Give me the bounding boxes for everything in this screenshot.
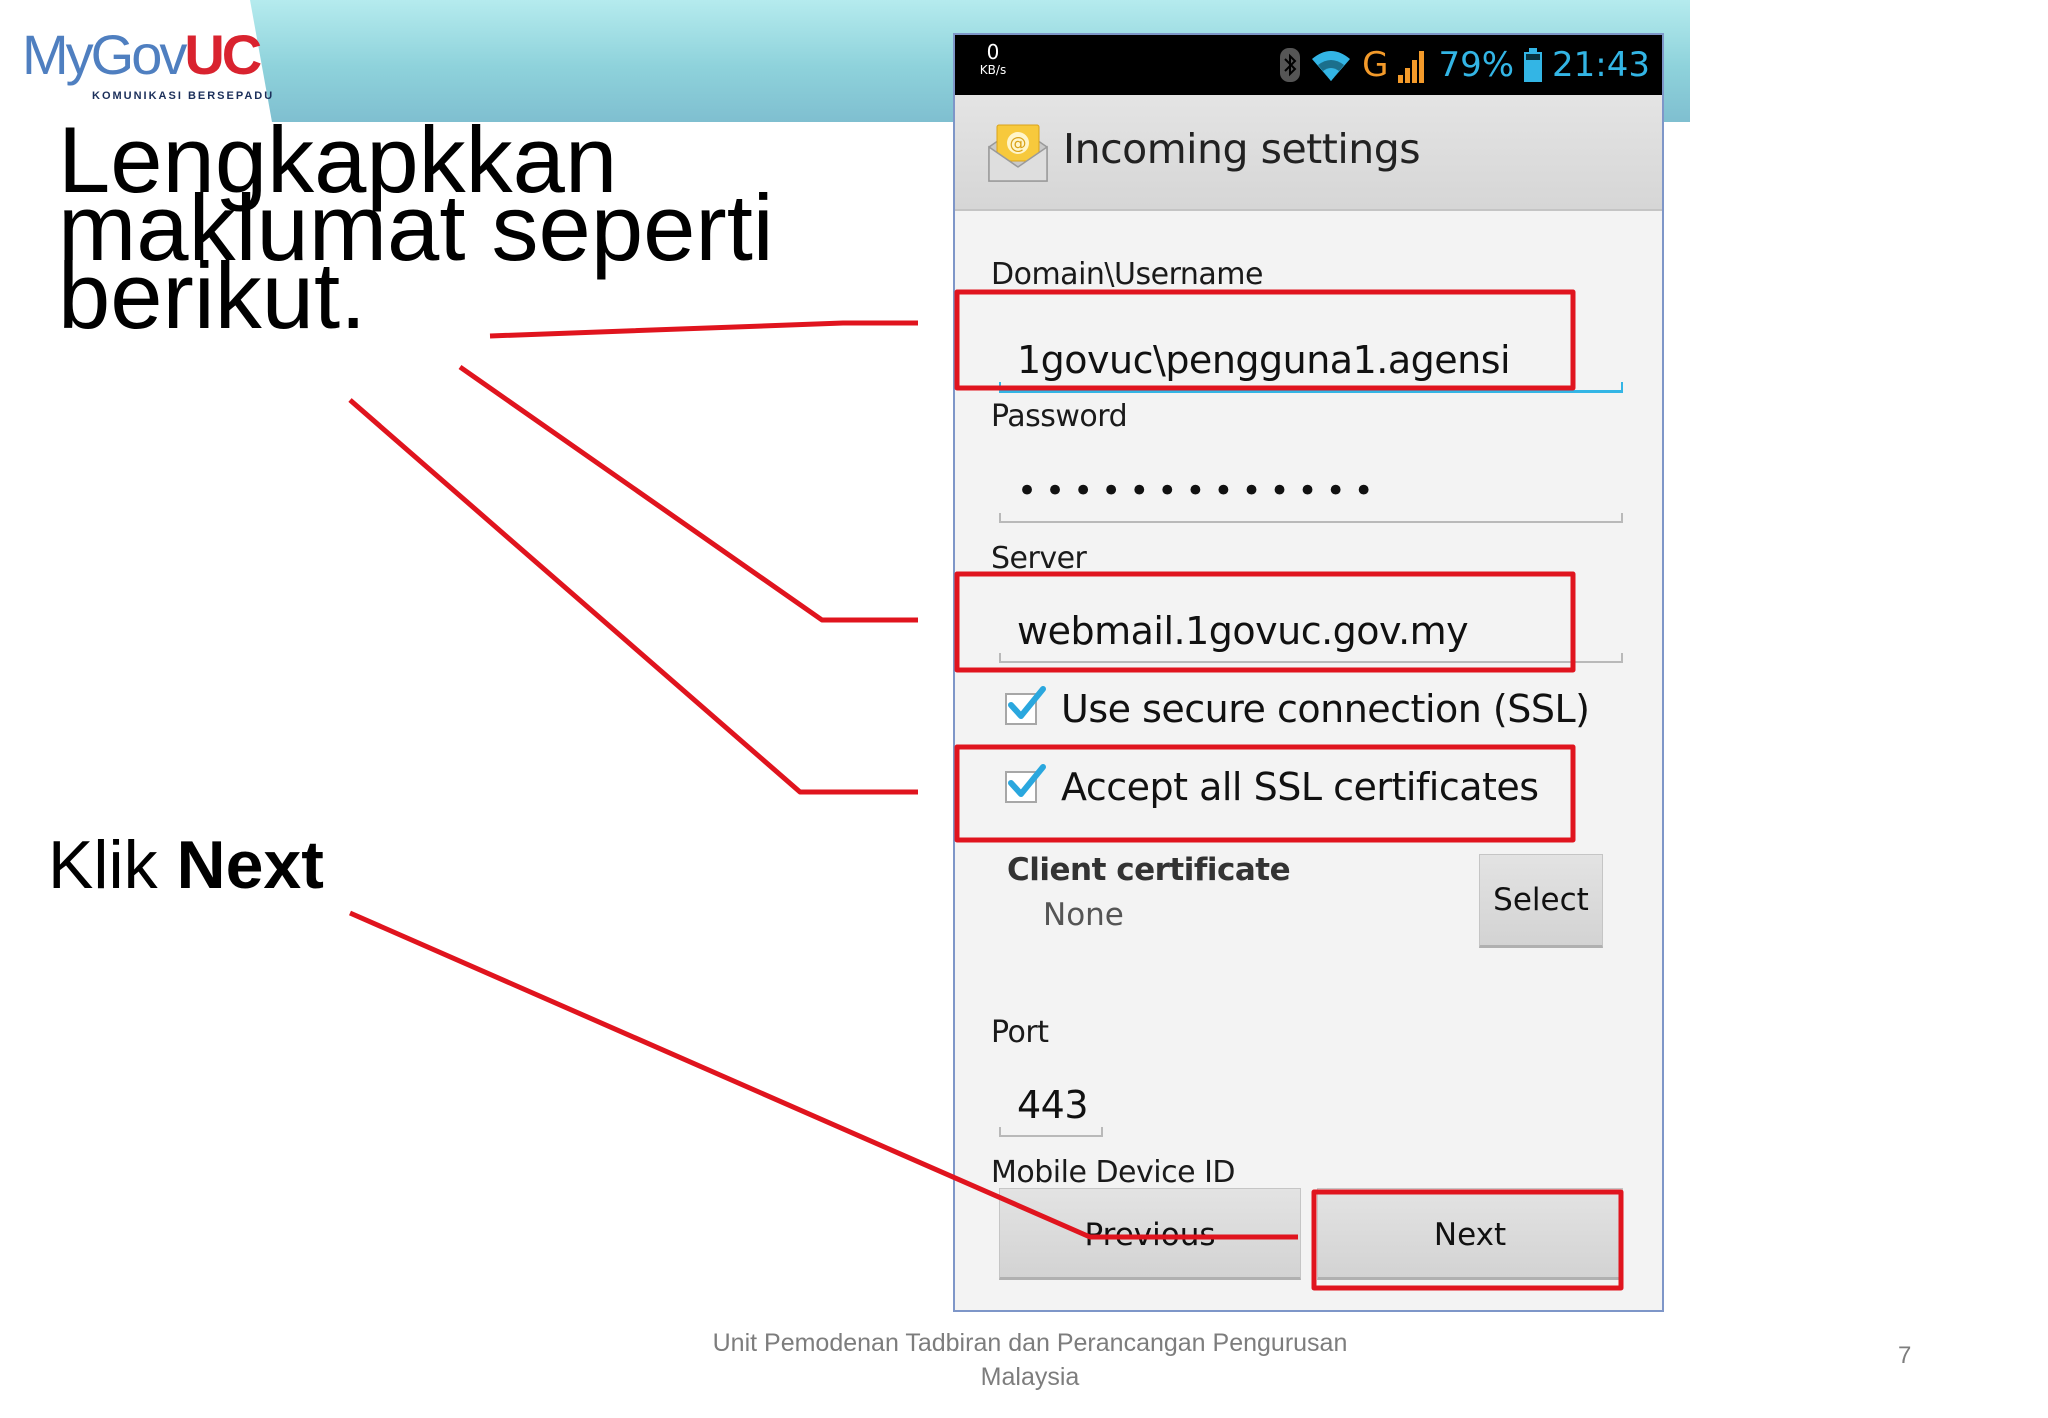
checkmark-icon [1008, 686, 1046, 719]
username-input[interactable]: 1govuc\pengguna1.agensi [999, 335, 1623, 393]
username-value: 1govuc\pengguna1.agensi [1017, 338, 1511, 382]
svg-text:@: @ [1010, 134, 1027, 154]
instruction-emphasis: Next [176, 827, 324, 903]
port-value: 443 [1017, 1083, 1089, 1127]
password-value: ••••••••••••• [1017, 471, 1382, 511]
username-label: Domain\Username [991, 257, 1263, 292]
network-speed-value: 0 [986, 40, 1000, 64]
phone-screenshot: 0 KB/s G 79% 21:43 @ Incoming settings D… [953, 33, 1664, 1312]
mobile-device-id-label: Mobile Device ID [991, 1155, 1236, 1190]
logo-brand-prefix: MyGov [22, 23, 187, 86]
network-type: G [1362, 45, 1389, 85]
ssl-checkbox-label[interactable]: Use secure connection (SSL) [1061, 687, 1590, 731]
password-input[interactable]: ••••••••••••• [999, 465, 1623, 523]
logo-brand-suffix: UC [184, 23, 262, 86]
port-label: Port [991, 1015, 1049, 1050]
status-bar: 0 KB/s G 79% 21:43 [955, 35, 1662, 95]
server-value: webmail.1govuc.gov.my [1017, 609, 1469, 653]
network-speed-unit: KB/s [979, 63, 1007, 77]
instruction-prefix: Klik [48, 827, 177, 903]
select-certificate-button[interactable]: Select [1479, 854, 1603, 948]
ssl-checkbox[interactable] [1005, 686, 1046, 729]
checkmark-icon [1008, 764, 1046, 797]
password-label: Password [991, 399, 1128, 434]
email-app-icon: @ [988, 124, 1048, 182]
battery-icon [1524, 48, 1543, 82]
app-title-bar: @ Incoming settings [955, 95, 1662, 211]
footer-text: Unit Pemodenan Tadbiran dan Perancangan … [700, 1326, 1360, 1394]
page-title: Incoming settings [1063, 125, 1421, 173]
wifi-icon [1312, 51, 1351, 81]
bluetooth-icon [1280, 48, 1301, 82]
server-label: Server [991, 541, 1087, 576]
mygovuc-logo: MyGovUC KOMUNIKASI BERSEPADU [22, 23, 272, 109]
next-button[interactable]: Next [1317, 1188, 1623, 1280]
accept-all-ssl-checkbox[interactable] [1005, 764, 1046, 807]
page-number: 7 [1898, 1342, 1912, 1369]
logo-tagline: KOMUNIKASI BERSEPADU [92, 90, 275, 102]
server-input[interactable]: webmail.1govuc.gov.my [999, 605, 1623, 663]
server-pointer-line [458, 364, 918, 623]
client-certificate-value: None [1043, 897, 1124, 933]
click-next-instruction: Klik Next [48, 826, 324, 904]
slide-heading: Lengkapkkan maklumat seperti berikut. [58, 107, 774, 348]
signal-icon [1398, 51, 1425, 83]
ssl-pointer-line [348, 398, 918, 795]
network-speed: 0 KB/s [973, 41, 1013, 77]
footer-line-2: Malaysia [980, 1363, 1080, 1391]
accept-all-ssl-checkbox-label[interactable]: Accept all SSL certificates [1061, 765, 1539, 809]
previous-button[interactable]: Previous [999, 1188, 1301, 1280]
port-input[interactable]: 443 [999, 1079, 1103, 1137]
footer-line-1: Unit Pemodenan Tadbiran dan Perancangan … [712, 1329, 1348, 1357]
battery-percent: 79% [1438, 45, 1515, 85]
client-certificate-label: Client certificate [1007, 852, 1291, 888]
clock: 21:43 [1552, 45, 1650, 85]
